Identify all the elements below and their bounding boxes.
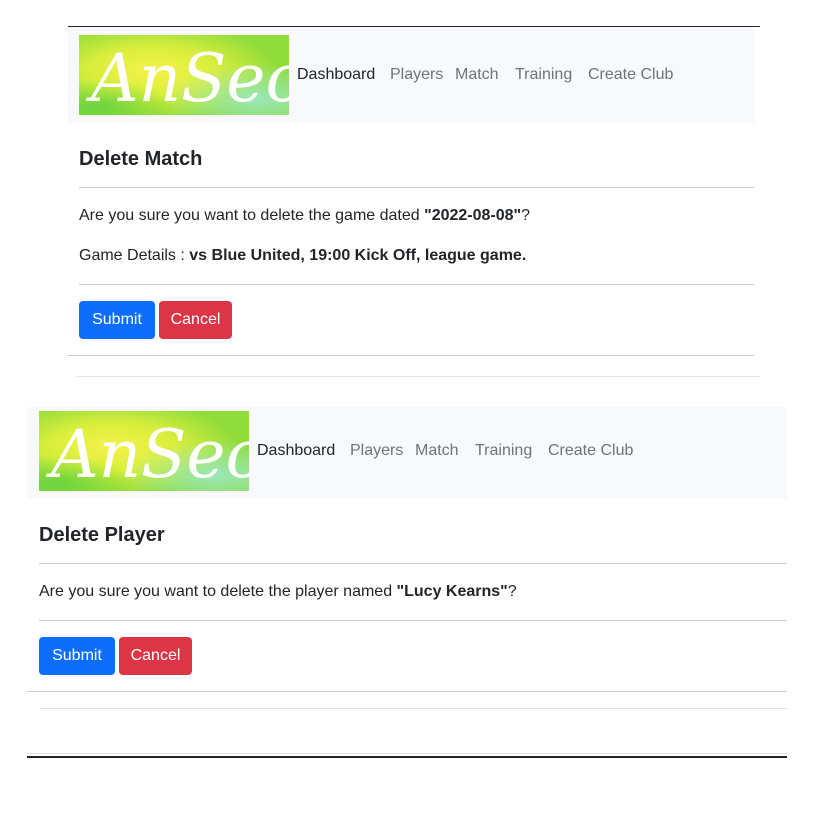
match-date: "2022-08-08" [424,207,522,224]
submit-button[interactable]: Submit [79,301,155,339]
game-details: Game Details : vs Blue United, 19:00 Kic… [79,247,527,264]
confirm-question: Are you sure you want to delete the game… [79,207,531,224]
nav-create-club[interactable]: Create Club [588,66,673,84]
brand-logo[interactable]: AnSeo [79,35,289,115]
cancel-button[interactable]: Cancel [119,637,192,675]
nav-create-club[interactable]: Create Club [548,442,633,460]
nav-match[interactable]: Match [415,442,459,460]
divider [68,355,754,356]
page-title: Delete Match [79,148,203,170]
divider [27,691,787,692]
divider [39,620,787,621]
nav-match[interactable]: Match [455,66,499,84]
nav-dashboard[interactable]: Dashboard [297,66,375,84]
divider [79,187,754,188]
submit-button[interactable]: Submit [39,637,115,675]
divider [76,376,760,377]
brand-logo[interactable]: AnSeo [39,411,249,491]
nav-training[interactable]: Training [475,442,532,460]
game-details-value: vs Blue United, 19:00 Kick Off, league g… [189,247,527,264]
cancel-button[interactable]: Cancel [159,301,232,339]
divider [79,284,754,285]
svg-text:AnSeo: AnSeo [85,40,289,115]
player-name: "Lucy Kearns" [396,583,508,600]
nav-players[interactable]: Players [350,442,403,460]
confirm-question: Are you sure you want to delete the play… [39,583,517,600]
nav-players[interactable]: Players [390,66,443,84]
svg-text:AnSeo: AnSeo [45,416,249,491]
page-title: Delete Player [39,524,165,546]
nav-training[interactable]: Training [515,66,572,84]
divider [39,708,787,709]
divider [27,753,787,754]
bottom-border [27,756,787,758]
divider [39,563,787,564]
nav-dashboard[interactable]: Dashboard [257,442,335,460]
